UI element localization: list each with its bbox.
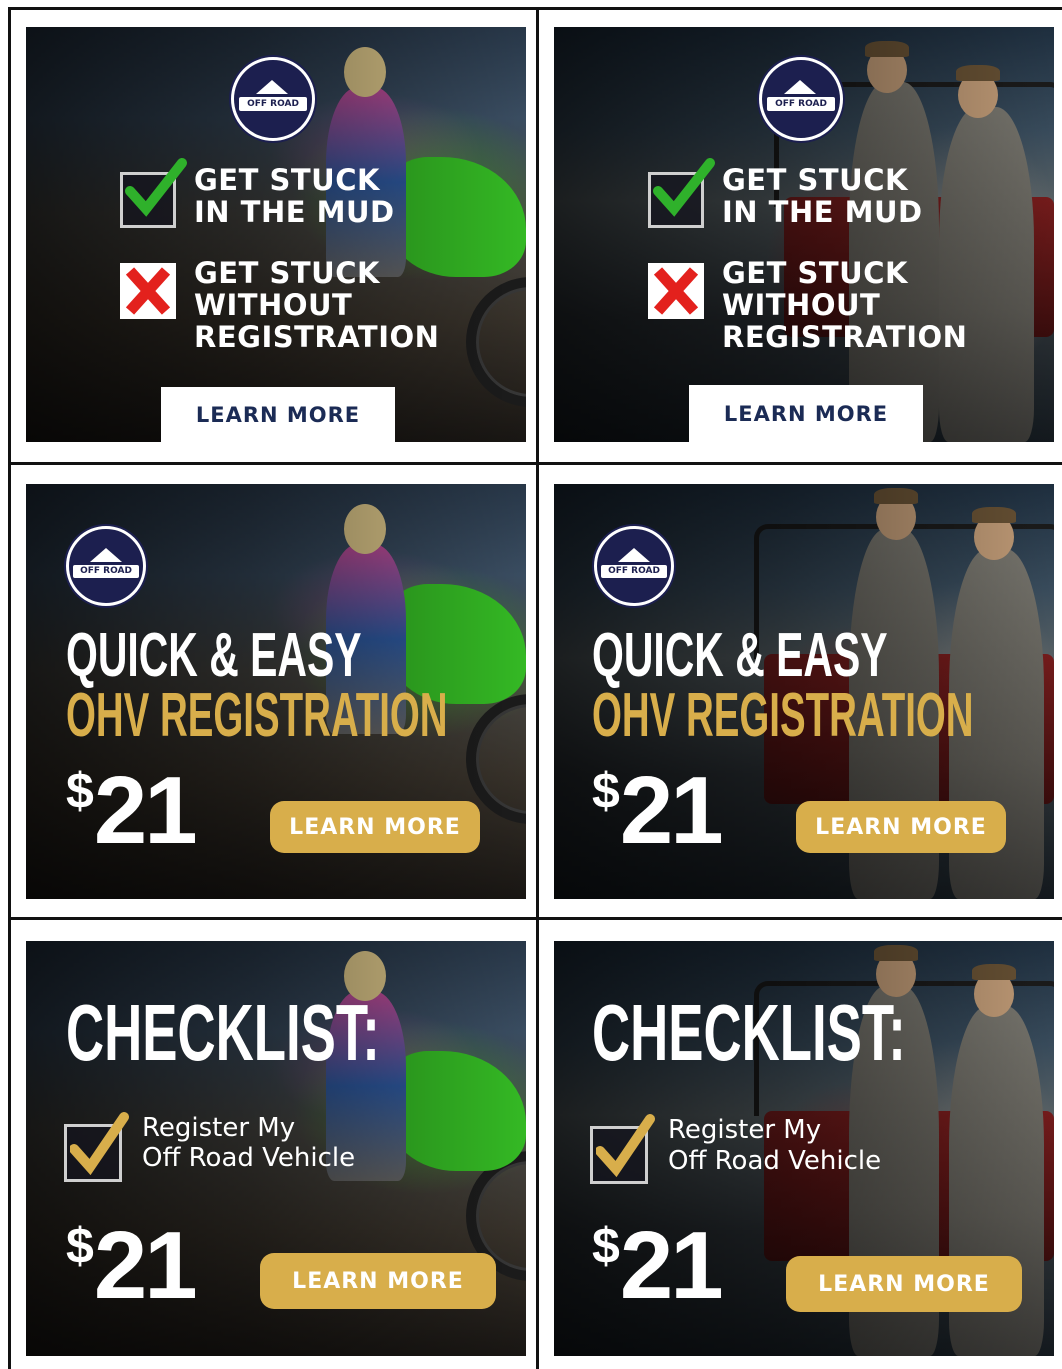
price-tag: $21: [66, 756, 198, 866]
check-text-line1: GET STUCK: [722, 163, 908, 197]
cross-text-line2: WITHOUT: [194, 288, 353, 322]
red-x-icon: [125, 267, 171, 315]
logo-text: OFF ROAD: [80, 566, 132, 577]
off-road-logo-icon: OFF ROAD: [594, 526, 674, 606]
learn-more-button[interactable]: LEARN MORE: [270, 801, 480, 853]
ad-checklist-register-hunters[interactable]: CHECKLIST: Register My Off Road Vehicle …: [554, 941, 1054, 1356]
price-amount: 21: [619, 1212, 724, 1319]
ad-checklist-mud-rider[interactable]: OFF ROAD GET STUCK IN THE MUD GET STUCK …: [26, 27, 526, 442]
check-text-line2: IN THE MUD: [194, 195, 395, 229]
grid-left-border: [8, 7, 11, 1369]
gold-check-icon: [596, 1114, 655, 1177]
price-amount: 21: [93, 1212, 198, 1319]
ad-quick-easy-rider[interactable]: OFF ROAD QUICK & EASY OHV REGISTRATION $…: [26, 484, 526, 899]
learn-more-button[interactable]: LEARN MORE: [260, 1253, 496, 1309]
price-dollar-sign: $: [592, 1218, 620, 1274]
checklist-headline: CHECKLIST:: [592, 988, 906, 1077]
ad-quick-easy-hunters[interactable]: OFF ROAD QUICK & EASY OHV REGISTRATION $…: [554, 484, 1054, 899]
headline-line2: OHV REGISTRATION: [592, 681, 974, 750]
learn-more-button[interactable]: LEARN MORE: [161, 387, 395, 442]
logo-text: OFF ROAD: [775, 99, 827, 110]
price-dollar-sign: $: [66, 763, 94, 819]
grid-top-border: [8, 7, 1062, 10]
logo-text: OFF ROAD: [247, 99, 299, 110]
headline-line2: OHV REGISTRATION: [66, 681, 448, 750]
ad-checklist-mud-hunters[interactable]: OFF ROAD GET STUCK IN THE MUD GET STUCK …: [554, 27, 1054, 442]
logo-text: OFF ROAD: [608, 566, 660, 577]
price-tag: $21: [66, 1211, 198, 1321]
grid-middle-divider: [536, 7, 539, 1369]
ad-checklist-register-rider[interactable]: CHECKLIST: Register My Off Road Vehicle …: [26, 941, 526, 1356]
price-amount: 21: [619, 757, 724, 864]
red-x-icon: [653, 267, 699, 315]
price-dollar-sign: $: [592, 763, 620, 819]
off-road-logo-icon: OFF ROAD: [66, 526, 146, 606]
checklist-item-line1: Register My: [142, 1113, 296, 1143]
checklist-item-line2: Off Road Vehicle: [142, 1143, 356, 1173]
gold-check-icon: [70, 1112, 129, 1175]
cross-text-line3: REGISTRATION: [722, 320, 968, 354]
price-dollar-sign: $: [66, 1218, 94, 1274]
check-text-line1: GET STUCK: [194, 163, 380, 197]
price-tag: $21: [592, 1211, 724, 1321]
off-road-logo-icon: OFF ROAD: [231, 57, 315, 141]
learn-more-button[interactable]: LEARN MORE: [786, 1256, 1022, 1312]
learn-more-button[interactable]: LEARN MORE: [796, 801, 1006, 853]
cross-text-line1: GET STUCK: [722, 256, 908, 290]
green-check-icon: [653, 158, 715, 217]
checklist-item-line2: Off Road Vehicle: [668, 1146, 882, 1176]
cross-text-line1: GET STUCK: [194, 256, 380, 290]
price-amount: 21: [93, 757, 198, 864]
off-road-logo-icon: OFF ROAD: [759, 57, 843, 141]
price-tag: $21: [592, 756, 724, 866]
green-check-icon: [125, 158, 187, 217]
cross-text-line2: WITHOUT: [722, 288, 881, 322]
learn-more-button[interactable]: LEARN MORE: [689, 385, 923, 442]
checklist-item-line1: Register My: [668, 1115, 822, 1145]
check-text-line2: IN THE MUD: [722, 195, 923, 229]
grid-row-divider-2: [8, 917, 1062, 920]
cross-text-line3: REGISTRATION: [194, 320, 440, 354]
grid-row-divider-1: [8, 462, 1062, 465]
checklist-headline: CHECKLIST:: [66, 988, 380, 1077]
